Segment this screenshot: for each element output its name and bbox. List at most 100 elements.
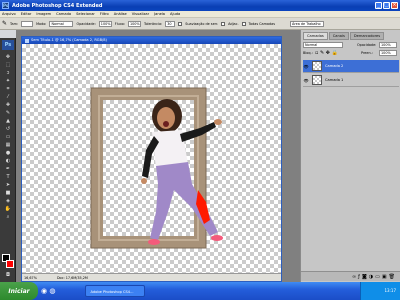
folder-icon[interactable]: ▭	[375, 274, 382, 280]
layer-opacity-field[interactable]: 100%	[379, 42, 397, 48]
opacity-label: Opacidade:	[76, 21, 96, 26]
system-tray: 13:17	[360, 282, 400, 300]
layer-name: Camada 2	[325, 64, 344, 68]
tolerance-field[interactable]: 30	[165, 20, 176, 27]
menu-editar[interactable]: Editar	[21, 12, 32, 16]
panel-tabs: Camadas Canais Demarcadores	[303, 32, 385, 40]
path-selection-tool-icon[interactable]: ➤	[3, 182, 13, 188]
eraser-tool-icon[interactable]: ▭	[3, 134, 13, 140]
layer-thumbnail	[312, 61, 322, 71]
layer-name: Camada 1	[325, 78, 344, 82]
flow-label: Fluxo:	[114, 21, 125, 26]
dodge-tool-icon[interactable]: ◐	[3, 158, 13, 164]
menu-visualizar[interactable]: Visualizar	[132, 12, 149, 16]
marquee-tool-icon[interactable]: ⬚	[3, 62, 13, 68]
contiguous-label: Adjac.	[228, 21, 239, 26]
type-tool-icon[interactable]: T	[3, 174, 13, 180]
document-title: Sem Título-1 @ 16,7% (Camada 2, RGB/8)	[31, 38, 107, 42]
menu-camada[interactable]: Camada	[56, 12, 71, 16]
opacity-field[interactable]: 100%	[98, 20, 112, 27]
contiguous-checkbox[interactable]	[221, 21, 226, 26]
ps-logo: Ps	[2, 40, 14, 50]
zoom-tool-icon[interactable]: ⌕	[3, 214, 13, 220]
trash-icon[interactable]: 🗑	[389, 274, 397, 280]
hand-tool-icon[interactable]: ✋	[3, 206, 13, 212]
eyedropper-tool-icon[interactable]: ⁄	[3, 94, 13, 100]
3d-rotate-tool-icon[interactable]: ◈	[3, 198, 13, 204]
crop-tool-icon[interactable]: ⌗	[3, 86, 13, 92]
menu-arquivo[interactable]: Arquivo	[2, 12, 16, 16]
tolerance-label: Tolerância:	[143, 21, 163, 26]
layer-opacity-label: Opacidade:	[357, 43, 377, 47]
taskbar-photoshop-button[interactable]: Adobe Photoshop CS4...	[85, 285, 146, 297]
layers-panel: Camadas Canais Demarcadores Normal Opaci…	[300, 30, 400, 282]
canvas-artwork	[90, 87, 223, 249]
document-status-bar: 16,67% Doc: 17,6M/35,2M	[22, 273, 281, 281]
blur-tool-icon[interactable]: ●	[3, 150, 13, 156]
tool-preset-icon[interactable]: ✎	[2, 20, 7, 27]
healing-tool-icon[interactable]: ✚	[3, 102, 13, 108]
menu-bar: Arquivo Editar Imagem Camada Selecionar …	[0, 11, 400, 18]
eye-icon[interactable]: 👁	[303, 64, 309, 69]
document-info: Doc: 17,6M/35,2M	[56, 276, 88, 280]
title-bar: Ps Adobe Photoshop CS4 Extended _ □ ×	[0, 0, 400, 11]
ps-app-icon: Ps	[2, 2, 9, 9]
start-label: Iniciar	[8, 287, 30, 295]
start-button[interactable]: Iniciar	[0, 282, 38, 300]
lock-icons[interactable]: ▫ ✎ ✥ 🔒	[315, 50, 338, 56]
menu-janela[interactable]: Janela	[154, 12, 165, 16]
taskbar: Iniciar ◉ ◍ Adobe Photoshop CS4... 13:17	[0, 282, 400, 300]
layer-row-camada-2[interactable]: 👁 Camada 2	[303, 60, 399, 73]
quicklaunch-icons[interactable]: ◉ ◍	[41, 287, 55, 295]
menu-filtro[interactable]: Filtro	[100, 12, 109, 16]
menu-selecionar[interactable]: Selecionar	[76, 12, 95, 16]
all-layers-checkbox[interactable]	[241, 21, 246, 26]
layers-footer: ∞ƒ◙◑▭▣🗑	[301, 271, 400, 281]
window-title: Adobe Photoshop CS4 Extended	[12, 2, 103, 9]
menu-analise[interactable]: Análise	[114, 12, 127, 16]
tools-panel: Ps ✥ ⬚ ↄ ✦ ⌗ ⁄ ✚ ✎ ▲ ↺ ▭ ▦ ● ◐ ✒ T ➤ ■ ◈…	[0, 38, 16, 282]
mode-label: Modo:	[36, 21, 47, 26]
menu-ajuda[interactable]: Ajuda	[170, 12, 180, 16]
size-label: Tam:	[10, 21, 19, 26]
menu-imagem[interactable]: Imagem	[36, 12, 51, 16]
fill-label: Preen.:	[361, 51, 373, 55]
mode-select[interactable]: Normal	[49, 20, 74, 27]
minimize-button[interactable]: _	[375, 2, 382, 9]
shape-tool-icon[interactable]: ■	[3, 190, 13, 196]
new-layer-icon[interactable]: ▣	[382, 274, 389, 280]
fill-field[interactable]: 100%	[379, 50, 397, 56]
tab-canais[interactable]: Canais	[328, 32, 349, 40]
document-title-bar[interactable]: Sem Título-1 @ 16,7% (Camada 2, RGB/8)	[22, 37, 281, 44]
layer-row-camada-1[interactable]: 👁 Camada 1	[303, 74, 399, 87]
mask-icon[interactable]: ◙	[362, 274, 369, 280]
antialias-checkbox[interactable]	[178, 21, 183, 26]
tab-camadas[interactable]: Camadas	[303, 32, 328, 40]
maximize-button[interactable]: □	[383, 2, 390, 9]
zoom-level[interactable]: 16,67%	[24, 274, 37, 281]
gradient-tool-icon[interactable]: ▦	[3, 142, 13, 148]
history-brush-tool-icon[interactable]: ↺	[3, 126, 13, 132]
lock-label: Bloq.:	[303, 51, 313, 55]
pen-tool-icon[interactable]: ✒	[3, 166, 13, 172]
taskbar-task-label: Adobe Photoshop CS4...	[90, 290, 134, 294]
document-window: Sem Título-1 @ 16,7% (Camada 2, RGB/8) 1…	[21, 36, 282, 282]
workspace-select[interactable]: Área de Trabalho	[290, 20, 324, 27]
quick-mask-icon[interactable]: ◘	[3, 272, 13, 278]
background-color-swatch[interactable]	[6, 260, 14, 268]
move-tool-icon[interactable]: ✥	[3, 54, 13, 60]
canvas[interactable]	[22, 44, 281, 273]
lasso-tool-icon[interactable]: ↄ	[3, 70, 13, 76]
brush-size-field[interactable]	[21, 20, 34, 27]
clone-stamp-tool-icon[interactable]: ▲	[3, 118, 13, 124]
brush-tool-icon[interactable]: ✎	[3, 110, 13, 116]
eye-icon[interactable]: 👁	[303, 78, 309, 83]
quick-selection-tool-icon[interactable]: ✦	[3, 78, 13, 84]
blend-mode-select[interactable]: Normal	[303, 42, 343, 48]
antialias-label: Suavização de serr.	[185, 21, 219, 26]
close-button[interactable]: ×	[391, 2, 398, 9]
flow-field[interactable]: 100%	[127, 20, 141, 27]
tab-demarcadores[interactable]: Demarcadores	[349, 32, 385, 40]
clock[interactable]: 13:17	[384, 288, 396, 293]
all-layers-label: Todas Camadas	[248, 21, 275, 26]
